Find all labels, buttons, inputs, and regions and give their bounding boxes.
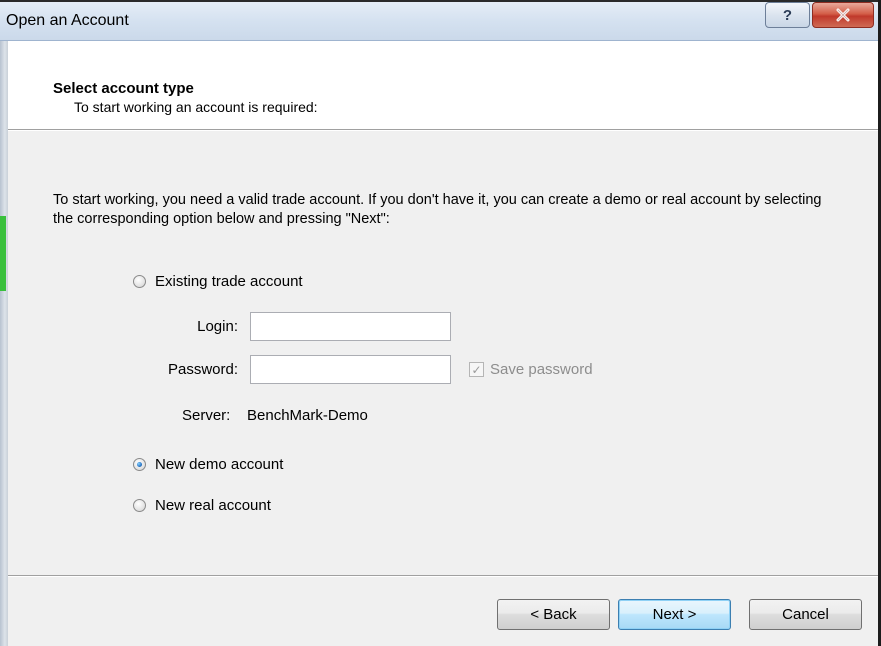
- title-bar[interactable]: Open an Account ?: [0, 0, 881, 41]
- save-password-checkbox[interactable]: ✓ Save password: [469, 361, 593, 378]
- radio-existing-account-label: Existing trade account: [155, 273, 303, 290]
- save-password-label: Save password: [490, 361, 593, 378]
- radio-demo-account-indicator[interactable]: [133, 458, 146, 471]
- page-title: Select account type: [53, 80, 194, 97]
- back-button[interactable]: < Back: [497, 599, 610, 630]
- window-top-border: [0, 0, 881, 2]
- server-value: BenchMark-Demo: [247, 407, 368, 424]
- help-icon: ?: [782, 6, 793, 24]
- checkmark-icon[interactable]: ✓: [469, 362, 484, 377]
- help-button[interactable]: ?: [765, 2, 810, 28]
- intro-text: To start working, you need a valid trade…: [53, 192, 822, 227]
- open-account-dialog: Open an Account ? Select account type To…: [0, 0, 881, 646]
- window-title: Open an Account: [6, 12, 129, 29]
- close-button[interactable]: [812, 2, 874, 28]
- password-input[interactable]: [250, 355, 451, 384]
- next-button[interactable]: Next >: [618, 599, 731, 630]
- cancel-button[interactable]: Cancel: [749, 599, 862, 630]
- close-icon: [836, 8, 850, 22]
- radio-demo-account[interactable]: New demo account: [133, 456, 283, 473]
- radio-real-account[interactable]: New real account: [133, 497, 271, 514]
- window-left-frame: [0, 41, 8, 646]
- wizard-footer: [8, 577, 878, 646]
- radio-existing-account[interactable]: Existing trade account: [133, 273, 303, 290]
- login-label: Login:: [197, 318, 238, 335]
- radio-real-account-label: New real account: [155, 497, 271, 514]
- background-window-edge: [0, 216, 6, 291]
- radio-demo-account-label: New demo account: [155, 456, 284, 473]
- radio-real-account-indicator[interactable]: [133, 499, 146, 512]
- server-label: Server:: [182, 407, 231, 424]
- radio-existing-account-indicator[interactable]: [133, 275, 146, 288]
- login-input[interactable]: [250, 312, 451, 341]
- page-subtitle: To start working an account is required:: [74, 99, 318, 115]
- password-label: Password:: [167, 361, 238, 378]
